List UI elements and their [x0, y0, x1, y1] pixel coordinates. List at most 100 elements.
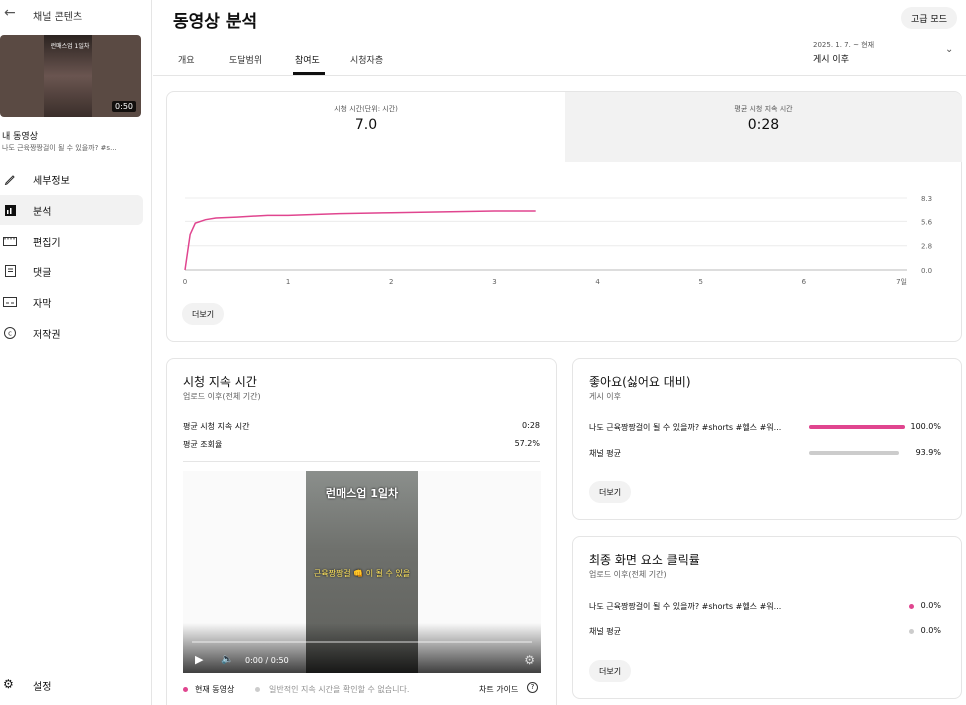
row-value: 0:28 — [522, 421, 540, 430]
legend-dot — [183, 687, 188, 692]
row-value: 93.9% — [915, 448, 941, 457]
tab-overview[interactable]: 개요 — [178, 53, 195, 66]
player-time: 0:00 / 0:50 — [245, 656, 289, 665]
metric-value: 7.0 — [354, 117, 378, 133]
sidebar-item-label: 세부정보 — [33, 175, 70, 187]
svg-text:c: c — [8, 330, 12, 338]
tab-audience[interactable]: 시청자층 — [350, 53, 383, 66]
copyright-icon: c — [3, 326, 17, 340]
my-video-label: 내 동영상 — [2, 132, 38, 142]
date-range-label[interactable]: 게시 이후 — [813, 52, 849, 65]
like-bar-current — [809, 425, 905, 429]
sidebar-item-settings[interactable]: ⚙ 설정 — [0, 673, 143, 697]
video-thumbnail[interactable]: 런매스업 1일차 0:50 — [0, 35, 141, 117]
back-label: 채널 콘텐츠 — [33, 12, 83, 23]
gear-icon[interactable]: ⚙ — [524, 653, 535, 667]
sidebar-item-editor[interactable]: 편집기 — [0, 226, 143, 256]
more-button[interactable]: 더보기 — [589, 481, 632, 503]
volume-icon[interactable]: 🔈 — [221, 654, 233, 665]
play-icon[interactable]: ▶ — [195, 653, 203, 666]
card-subtitle: 게시 이후 — [589, 392, 621, 401]
y-tick-label: 5.6 — [921, 218, 933, 226]
row-value: 100.0% — [910, 422, 941, 431]
likes-card: 좋아요(싫어요 대비) 게시 이후 나도 근육짱짱걸이 될 수 있을까? #sh… — [572, 358, 962, 520]
sidebar-item-copyright[interactable]: c 저작권 — [0, 318, 143, 348]
card-title: 시청 지속 시간 — [183, 375, 257, 389]
sidebar-item-label: 자막 — [33, 298, 52, 310]
watch-time-chart: 0.0 2.8 5.6 8.3 0 1 2 3 4 5 6 7일 — [183, 195, 933, 286]
y-tick-label: 0.0 — [921, 267, 932, 275]
x-tick-label: 0 — [183, 278, 187, 286]
progress-bar[interactable] — [192, 641, 532, 643]
tab-engagement[interactable]: 참여도 — [295, 53, 320, 66]
metric-value: 0:28 — [747, 117, 780, 133]
help-icon[interactable]: ? — [527, 682, 538, 693]
sidebar-item-comments[interactable]: 댓글 — [0, 256, 143, 286]
row-label: 평균 조회율 — [183, 440, 223, 449]
player-controls — [183, 623, 541, 673]
chevron-down-icon[interactable]: ⌄ — [945, 44, 953, 55]
y-tick-label: 8.3 — [921, 195, 932, 203]
back-to-channel-content[interactable]: ← 채널 콘텐츠 — [0, 0, 152, 30]
video-overlay-title: 런매스업 1일차 — [325, 487, 399, 500]
advanced-mode-button[interactable]: 고급 모드 — [901, 7, 957, 29]
x-tick-label: 7일 — [896, 277, 907, 286]
subtitles-icon — [3, 295, 17, 309]
x-tick-label: 1 — [286, 278, 290, 286]
row-value: 0.0% — [920, 601, 941, 610]
comments-icon — [3, 264, 17, 278]
sidebar-item-label: 편집기 — [33, 237, 61, 249]
more-button[interactable]: 더보기 — [589, 660, 632, 682]
sidebar-item-label: 설정 — [33, 682, 52, 693]
y-tick-label: 2.8 — [921, 243, 932, 251]
metric-label: 평균 시청 지속 시간 — [734, 105, 793, 113]
row-label: 나도 근육짱짱걸이 될 수 있을까? #shorts #헬스 #워... — [589, 423, 782, 432]
x-tick-label: 5 — [698, 278, 702, 286]
page-title: 동영상 분석 — [173, 12, 258, 32]
divider — [153, 75, 966, 76]
sidebar-item-label: 저작권 — [33, 329, 61, 341]
card-title: 좋아요(싫어요 대비) — [589, 375, 691, 389]
video-title: 나도 근육짱짱걸이 될 수 있을까? #s... — [2, 144, 117, 152]
x-tick-label: 2 — [389, 278, 393, 286]
tab-reach[interactable]: 도달범위 — [229, 53, 262, 66]
date-range[interactable]: 2025. 1. 7. ~ 현재 — [813, 40, 874, 50]
engagement-chart-card: 시청 시간(단위: 시간) 7.0 평균 시청 지속 시간 0:28 0.0 2.… — [166, 91, 962, 342]
card-title: 최종 화면 요소 클릭률 — [589, 553, 700, 567]
pencil-icon — [3, 172, 17, 186]
video-overlay-subtitle: 근육짱짱걸 👊 이 될 수 있을 — [313, 569, 411, 578]
sidebar-item-details[interactable]: 세부정보 — [0, 164, 143, 194]
chart-guide-link[interactable]: 차트 가이드 — [479, 684, 518, 695]
video-player[interactable]: 런매스업 1일차 근육짱짱걸 👊 이 될 수 있을 ▶ 🔈 0:00 / 0:5… — [183, 471, 541, 673]
like-bar-channel-avg — [809, 451, 900, 455]
editor-icon — [3, 234, 17, 248]
sidebar-item-subtitles[interactable]: 자막 — [0, 287, 143, 317]
sidebar: ← 채널 콘텐츠 런매스업 1일차 0:50 내 동영상 나도 근육짱짱걸이 될… — [0, 0, 152, 705]
row-value: 57.2% — [514, 439, 540, 448]
card-subtitle: 업로드 이후(전체 기간) — [183, 392, 261, 401]
sidebar-item-analytics[interactable]: 분석 — [0, 195, 143, 225]
legend-dot — [255, 687, 260, 692]
view-duration-card: 시청 지속 시간 업로드 이후(전체 기간) 평균 시청 지속 시간 0:28 … — [166, 358, 557, 705]
row-label: 나도 근육짱짱걸이 될 수 있을까? #shorts #헬스 #워... — [589, 602, 782, 611]
row-label: 평균 시청 지속 시간 — [183, 422, 250, 431]
legend: 현재 동영상 일반적인 지속 시간을 확인할 수 없습니다. 차트 가이드 ? — [183, 682, 543, 697]
thumbnail-title: 런매스업 1일차 — [50, 43, 90, 50]
sidebar-item-label: 댓글 — [33, 267, 52, 279]
watch-time-series-line — [184, 210, 536, 271]
more-button[interactable]: 더보기 — [182, 303, 225, 325]
x-tick-label: 6 — [802, 278, 807, 286]
sidebar-item-label: 분석 — [33, 206, 52, 218]
arrow-left-icon[interactable]: ← — [4, 5, 16, 21]
row-label: 채널 평균 — [589, 627, 621, 636]
metric-watch-time[interactable]: 시청 시간(단위: 시간) 7.0 — [167, 92, 565, 162]
legend-typical: 일반적인 지속 시간을 확인할 수 없습니다. — [269, 685, 410, 694]
x-tick-label: 3 — [492, 278, 496, 286]
row-label: 채널 평균 — [589, 449, 621, 458]
gear-icon: ⚙ — [3, 677, 14, 691]
metric-label: 시청 시간(단위: 시간) — [334, 105, 398, 113]
thumbnail-duration: 0:50 — [112, 101, 136, 112]
metric-avg-view-duration[interactable]: 평균 시청 지속 시간 0:28 — [565, 92, 962, 162]
divider — [183, 461, 540, 462]
legend-current: 현재 동영상 — [195, 685, 235, 694]
